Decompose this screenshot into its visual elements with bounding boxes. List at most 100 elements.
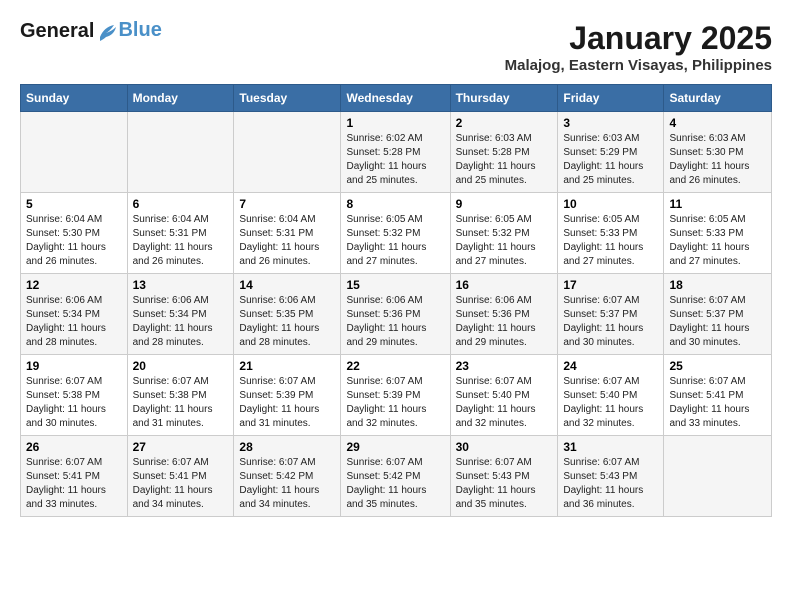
day-number: 24 (563, 359, 658, 373)
day-number: 19 (26, 359, 122, 373)
calendar-cell: 24 Sunrise: 6:07 AM Sunset: 5:40 PM Dayli… (558, 355, 664, 436)
day-number: 25 (669, 359, 766, 373)
calendar-cell: 18Sunrise: 6:07 AM Sunset: 5:37 PM Dayli… (664, 274, 772, 355)
day-number: 7 (239, 197, 335, 211)
calendar-cell: 4Sunrise: 6:03 AM Sunset: 5:30 PM Daylig… (664, 112, 772, 193)
calendar-cell: 23 Sunrise: 6:07 AM Sunset: 5:40 PM Dayli… (450, 355, 558, 436)
calendar-cell: 19 Sunrise: 6:07 AM Sunset: 5:38 PM Dayli… (21, 355, 128, 436)
day-number: 8 (346, 197, 444, 211)
week-row-2: 5 Sunrise: 6:04 AM Sunset: 5:30 PM Daylig… (21, 193, 772, 274)
day-content: Sunrise: 6:04 AM Sunset: 5:31 PM Dayligh… (133, 213, 229, 269)
day-content: Sunrise: 6:07 AM Sunset: 5:40 PM Dayligh… (456, 375, 553, 431)
calendar-cell: 14Sunrise: 6:06 AM Sunset: 5:35 PM Dayli… (234, 274, 341, 355)
week-row-3: 12 Sunrise: 6:06 AM Sunset: 5:34 PM Dayli… (21, 274, 772, 355)
day-content: Sunrise: 6:04 AM Sunset: 5:31 PM Dayligh… (239, 213, 335, 269)
calendar-cell: 22Sunrise: 6:07 AM Sunset: 5:39 PM Dayli… (341, 355, 450, 436)
day-number: 12 (26, 278, 122, 292)
calendar-cell: 6 Sunrise: 6:04 AM Sunset: 5:31 PM Daylig… (127, 193, 234, 274)
calendar-cell: 8 Sunrise: 6:05 AM Sunset: 5:32 PM Daylig… (341, 193, 450, 274)
calendar-header-row: SundayMondayTuesdayWednesdayThursdayFrid… (21, 85, 772, 112)
calendar-cell: 7 Sunrise: 6:04 AM Sunset: 5:31 PM Daylig… (234, 193, 341, 274)
calendar-cell: 12 Sunrise: 6:06 AM Sunset: 5:34 PM Dayli… (21, 274, 128, 355)
logo-blue-text: Blue (118, 19, 161, 41)
calendar-cell (21, 112, 128, 193)
calendar-table: SundayMondayTuesdayWednesdayThursdayFrid… (20, 84, 772, 517)
day-content: Sunrise: 6:06 AM Sunset: 5:34 PM Dayligh… (133, 294, 229, 350)
calendar-cell: 17Sunrise: 6:07 AM Sunset: 5:37 PM Dayli… (558, 274, 664, 355)
day-content: Sunrise: 6:05 AM Sunset: 5:32 PM Dayligh… (456, 213, 553, 269)
day-content: Sunrise: 6:07 AM Sunset: 5:40 PM Dayligh… (563, 375, 658, 431)
day-number: 31 (563, 440, 658, 454)
day-number: 3 (563, 116, 658, 130)
day-number: 2 (456, 116, 553, 130)
day-number: 6 (133, 197, 229, 211)
calendar-cell: 15Sunrise: 6:06 AM Sunset: 5:36 PM Dayli… (341, 274, 450, 355)
day-number: 28 (239, 440, 335, 454)
calendar-cell: 29 Sunrise: 6:07 AM Sunset: 5:42 PM Dayli… (341, 436, 450, 517)
calendar-cell (664, 436, 772, 517)
day-number: 5 (26, 197, 122, 211)
week-row-5: 26 Sunrise: 6:07 AM Sunset: 5:41 PM Dayli… (21, 436, 772, 517)
header-day-monday: Monday (127, 85, 234, 112)
calendar-cell (234, 112, 341, 193)
calendar-cell: 5 Sunrise: 6:04 AM Sunset: 5:30 PM Daylig… (21, 193, 128, 274)
calendar-cell: 11 Sunrise: 6:05 AM Sunset: 5:33 PM Dayli… (664, 193, 772, 274)
day-number: 9 (456, 197, 553, 211)
calendar-cell: 9 Sunrise: 6:05 AM Sunset: 5:32 PM Daylig… (450, 193, 558, 274)
day-content: Sunrise: 6:07 AM Sunset: 5:37 PM Dayligh… (669, 294, 766, 350)
day-content: Sunrise: 6:07 AM Sunset: 5:41 PM Dayligh… (26, 456, 122, 512)
day-number: 17 (563, 278, 658, 292)
header-day-sunday: Sunday (21, 85, 128, 112)
day-number: 27 (133, 440, 229, 454)
header-day-saturday: Saturday (664, 85, 772, 112)
day-content: Sunrise: 6:07 AM Sunset: 5:43 PM Dayligh… (456, 456, 553, 512)
day-content: Sunrise: 6:07 AM Sunset: 5:38 PM Dayligh… (26, 375, 122, 431)
calendar-title: January 2025 (505, 20, 772, 57)
day-number: 10 (563, 197, 658, 211)
day-content: Sunrise: 6:03 AM Sunset: 5:30 PM Dayligh… (669, 132, 766, 188)
calendar-cell: 13 Sunrise: 6:06 AM Sunset: 5:34 PM Dayli… (127, 274, 234, 355)
day-content: Sunrise: 6:02 AM Sunset: 5:28 PM Dayligh… (346, 132, 444, 188)
header-day-tuesday: Tuesday (234, 85, 341, 112)
calendar-cell: 31Sunrise: 6:07 AM Sunset: 5:43 PM Dayli… (558, 436, 664, 517)
calendar-cell: 1Sunrise: 6:02 AM Sunset: 5:28 PM Daylig… (341, 112, 450, 193)
day-content: Sunrise: 6:07 AM Sunset: 5:39 PM Dayligh… (346, 375, 444, 431)
day-content: Sunrise: 6:07 AM Sunset: 5:41 PM Dayligh… (133, 456, 229, 512)
calendar-cell: 3Sunrise: 6:03 AM Sunset: 5:29 PM Daylig… (558, 112, 664, 193)
week-row-1: 1Sunrise: 6:02 AM Sunset: 5:28 PM Daylig… (21, 112, 772, 193)
day-content: Sunrise: 6:04 AM Sunset: 5:30 PM Dayligh… (26, 213, 122, 269)
day-content: Sunrise: 6:07 AM Sunset: 5:41 PM Dayligh… (669, 375, 766, 431)
day-content: Sunrise: 6:07 AM Sunset: 5:38 PM Dayligh… (133, 375, 229, 431)
day-number: 29 (346, 440, 444, 454)
calendar-cell: 20 Sunrise: 6:07 AM Sunset: 5:38 PM Dayli… (127, 355, 234, 436)
day-number: 26 (26, 440, 122, 454)
week-row-4: 19 Sunrise: 6:07 AM Sunset: 5:38 PM Dayli… (21, 355, 772, 436)
header-day-wednesday: Wednesday (341, 85, 450, 112)
day-number: 23 (456, 359, 553, 373)
day-number: 30 (456, 440, 553, 454)
day-number: 20 (133, 359, 229, 373)
logo: General Blue (20, 20, 162, 42)
header-day-thursday: Thursday (450, 85, 558, 112)
day-content: Sunrise: 6:07 AM Sunset: 5:42 PM Dayligh… (346, 456, 444, 512)
calendar-cell: 21Sunrise: 6:07 AM Sunset: 5:39 PM Dayli… (234, 355, 341, 436)
day-content: Sunrise: 6:06 AM Sunset: 5:36 PM Dayligh… (456, 294, 553, 350)
day-number: 16 (456, 278, 553, 292)
day-number: 11 (669, 197, 766, 211)
day-content: Sunrise: 6:05 AM Sunset: 5:33 PM Dayligh… (563, 213, 658, 269)
day-number: 13 (133, 278, 229, 292)
day-number: 14 (239, 278, 335, 292)
title-block: January 2025 Malajog, Eastern Visayas, P… (505, 20, 772, 74)
day-number: 21 (239, 359, 335, 373)
calendar-cell: 30 Sunrise: 6:07 AM Sunset: 5:43 PM Dayli… (450, 436, 558, 517)
day-content: Sunrise: 6:07 AM Sunset: 5:42 PM Dayligh… (239, 456, 335, 512)
calendar-cell (127, 112, 234, 193)
day-content: Sunrise: 6:03 AM Sunset: 5:28 PM Dayligh… (456, 132, 553, 188)
day-content: Sunrise: 6:06 AM Sunset: 5:34 PM Dayligh… (26, 294, 122, 350)
calendar-cell: 26 Sunrise: 6:07 AM Sunset: 5:41 PM Dayli… (21, 436, 128, 517)
page-header: General Blue January 2025 Malajog, Easte… (20, 20, 772, 74)
day-content: Sunrise: 6:05 AM Sunset: 5:33 PM Dayligh… (669, 213, 766, 269)
day-content: Sunrise: 6:05 AM Sunset: 5:32 PM Dayligh… (346, 213, 444, 269)
calendar-cell: 16 Sunrise: 6:06 AM Sunset: 5:36 PM Dayli… (450, 274, 558, 355)
calendar-cell: 28 Sunrise: 6:07 AM Sunset: 5:42 PM Dayli… (234, 436, 341, 517)
